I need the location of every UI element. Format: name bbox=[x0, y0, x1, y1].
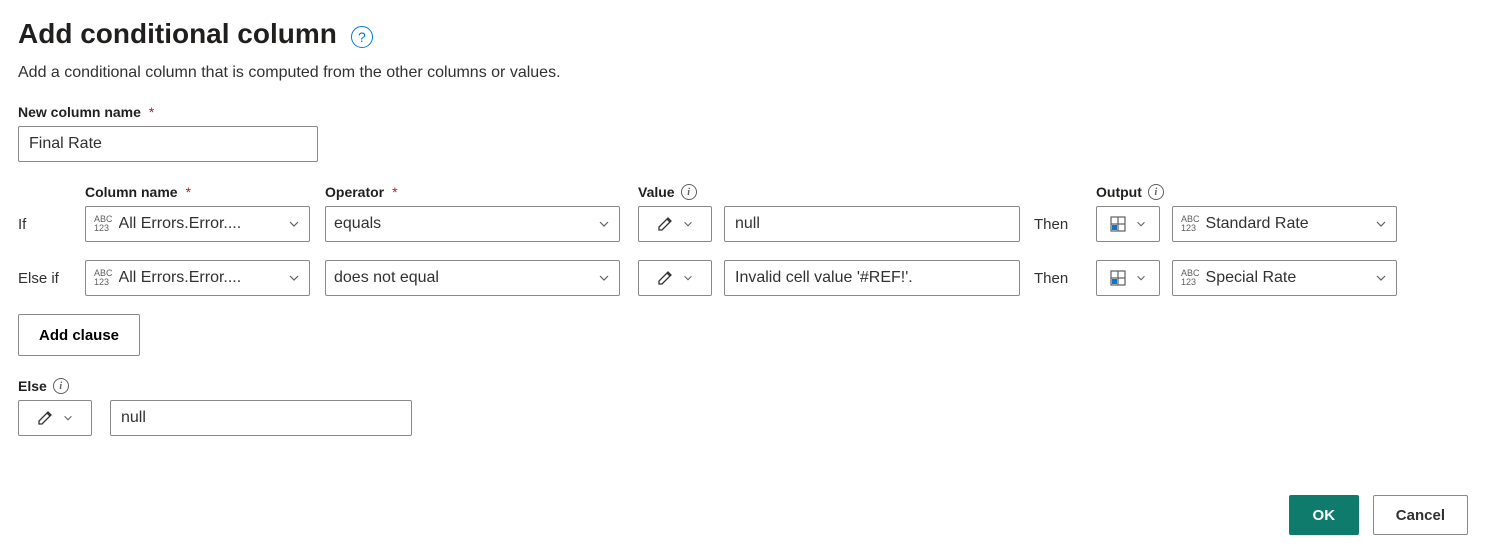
value-type-picker[interactable] bbox=[638, 206, 712, 242]
output-column-select[interactable]: ABC123 Special Rate bbox=[1172, 260, 1397, 296]
chevron-down-icon bbox=[287, 217, 301, 231]
chevron-down-icon bbox=[682, 218, 694, 230]
column-icon bbox=[1109, 269, 1127, 287]
else-type-picker[interactable] bbox=[18, 400, 92, 436]
new-column-name-label: New column name* bbox=[18, 104, 1468, 120]
clause-row: If ABC123 All Errors.Error.... equals Th… bbox=[18, 206, 1468, 242]
type-any-icon: ABC123 bbox=[1181, 215, 1200, 233]
new-column-name-input[interactable] bbox=[18, 126, 318, 162]
ok-button[interactable]: OK bbox=[1289, 495, 1359, 535]
output-header: Output i bbox=[1096, 184, 1397, 200]
chevron-down-icon bbox=[287, 271, 301, 285]
chevron-down-icon bbox=[682, 272, 694, 284]
chevron-down-icon bbox=[597, 217, 611, 231]
add-clause-button[interactable]: Add clause bbox=[18, 314, 140, 356]
cancel-button[interactable]: Cancel bbox=[1373, 495, 1468, 535]
operator-select[interactable]: does not equal bbox=[325, 260, 620, 296]
operator-select[interactable]: equals bbox=[325, 206, 620, 242]
clause-row: Else if ABC123 All Errors.Error.... does… bbox=[18, 260, 1468, 296]
type-any-icon: ABC123 bbox=[94, 269, 113, 287]
column-name-select[interactable]: ABC123 All Errors.Error.... bbox=[85, 206, 310, 242]
output-column-select[interactable]: ABC123 Standard Rate bbox=[1172, 206, 1397, 242]
then-keyword: Then bbox=[1034, 270, 1096, 287]
column-icon bbox=[1109, 215, 1127, 233]
value-input[interactable] bbox=[724, 206, 1020, 242]
chevron-down-icon bbox=[1374, 217, 1388, 231]
if-keyword: If bbox=[18, 216, 85, 233]
column-name-select[interactable]: ABC123 All Errors.Error.... bbox=[85, 260, 310, 296]
else-label: Else i bbox=[18, 378, 1468, 394]
chevron-down-icon bbox=[1135, 218, 1147, 230]
type-any-icon: ABC123 bbox=[94, 215, 113, 233]
info-icon[interactable]: i bbox=[681, 184, 697, 200]
pencil-icon bbox=[656, 215, 674, 233]
info-icon[interactable]: i bbox=[1148, 184, 1164, 200]
dialog-subtitle: Add a conditional column that is compute… bbox=[18, 64, 1468, 82]
pencil-icon bbox=[36, 409, 54, 427]
output-type-picker[interactable] bbox=[1096, 260, 1160, 296]
value-type-picker[interactable] bbox=[638, 260, 712, 296]
value-input[interactable] bbox=[724, 260, 1020, 296]
chevron-down-icon bbox=[1135, 272, 1147, 284]
operator-header: Operator* bbox=[325, 184, 620, 200]
chevron-down-icon bbox=[1374, 271, 1388, 285]
output-type-picker[interactable] bbox=[1096, 206, 1160, 242]
info-icon[interactable]: i bbox=[53, 378, 69, 394]
help-icon[interactable]: ? bbox=[351, 26, 373, 48]
dialog-title: Add conditional column bbox=[18, 18, 337, 50]
then-keyword: Then bbox=[1034, 216, 1096, 233]
type-any-icon: ABC123 bbox=[1181, 269, 1200, 287]
column-name-header: Column name* bbox=[85, 184, 310, 200]
pencil-icon bbox=[656, 269, 674, 287]
elseif-keyword: Else if bbox=[18, 270, 85, 287]
chevron-down-icon bbox=[597, 271, 611, 285]
else-value-input[interactable] bbox=[110, 400, 412, 436]
chevron-down-icon bbox=[62, 412, 74, 424]
value-header: Value i bbox=[638, 184, 1020, 200]
